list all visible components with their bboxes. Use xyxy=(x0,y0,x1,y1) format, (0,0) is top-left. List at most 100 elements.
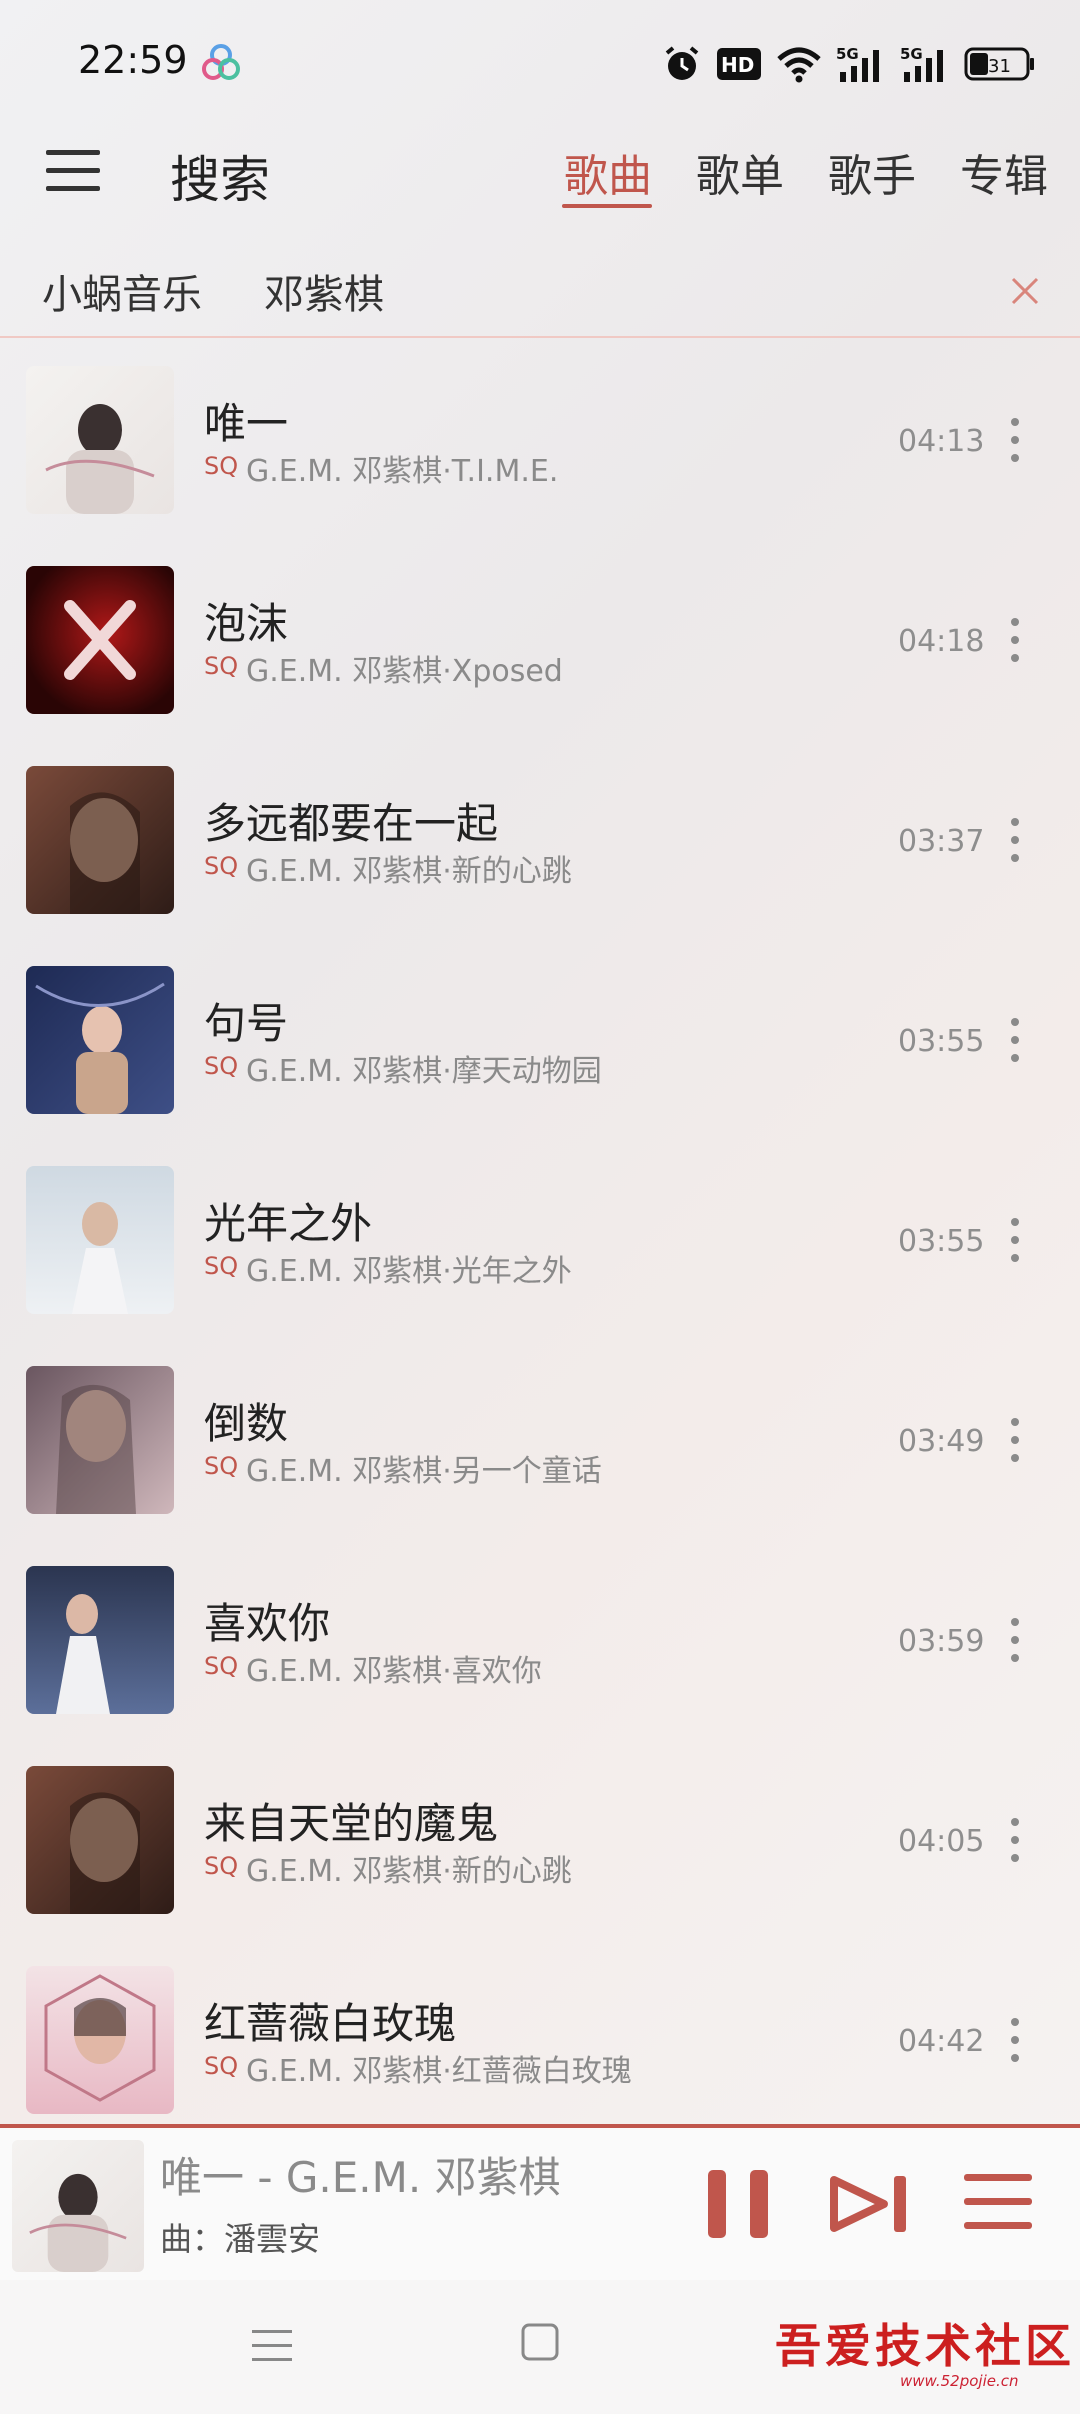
watermark-logo: 吾爱技术社区 xyxy=(775,2319,1075,2373)
search-source[interactable]: 小蜗音乐 xyxy=(42,262,202,320)
song-row[interactable]: 来自天堂的魔鬼 SQ G.E.M. 邓紫棋·新的心跳 04:05 xyxy=(0,1740,1080,1940)
skip-next-icon[interactable] xyxy=(830,2172,912,2236)
song-row[interactable]: 泡沫 SQ G.E.M. 邓紫棋·Xposed 04:18 xyxy=(0,540,1080,740)
sq-badge: SQ xyxy=(204,2052,239,2080)
song-row[interactable]: 句号 SQ G.E.M. 邓紫棋·摩天动物园 03:55 xyxy=(0,940,1080,1140)
playlist-icon[interactable] xyxy=(962,2170,1034,2234)
album-art-xposed xyxy=(26,566,174,714)
more-vert-icon[interactable] xyxy=(1000,414,1030,466)
album-art-new-heartbeat xyxy=(26,1766,174,1914)
song-title: 来自天堂的魔鬼 xyxy=(204,1799,499,1848)
album-art-time xyxy=(26,366,174,514)
now-playing-album-art[interactable] xyxy=(12,2140,144,2272)
sq-badge: SQ xyxy=(204,452,239,480)
tab-songs[interactable]: 歌曲 xyxy=(564,140,652,204)
active-tab-indicator xyxy=(562,204,652,208)
song-artist-album: G.E.M. 邓紫棋·新的心跳 xyxy=(246,1854,572,1889)
search-input[interactable]: 邓紫棋 xyxy=(264,262,384,320)
alarm-icon xyxy=(665,46,699,80)
signal-5g-icon-2: 5G xyxy=(900,45,943,82)
wifi-icon xyxy=(777,47,821,83)
album-art-red-rose-white-rose xyxy=(26,1966,174,2114)
song-row[interactable]: 倒数 SQ G.E.M. 邓紫棋·另一个童话 03:49 xyxy=(0,1340,1080,1540)
svg-text:5G: 5G xyxy=(900,45,923,63)
song-duration: 04:05 xyxy=(898,1824,985,1859)
song-duration: 03:55 xyxy=(898,1224,985,1259)
song-row[interactable]: 喜欢你 SQ G.E.M. 邓紫棋·喜欢你 03:59 xyxy=(0,1540,1080,1740)
mini-player[interactable]: 唯一 - G.E.M. 邓紫棋 曲：潘雲安 xyxy=(0,2124,1080,2284)
song-artist-album: G.E.M. 邓紫棋·光年之外 xyxy=(246,1254,572,1289)
sq-badge: SQ xyxy=(204,1052,239,1080)
song-title: 光年之外 xyxy=(204,1199,373,1248)
sq-badge: SQ xyxy=(204,1652,239,1680)
song-duration: 04:13 xyxy=(898,424,985,459)
status-time: 22:59 xyxy=(78,38,188,82)
song-duration: 03:59 xyxy=(898,1624,985,1659)
song-duration: 03:37 xyxy=(898,824,985,859)
header: 搜索 歌曲 歌单 歌手 专辑 xyxy=(0,128,1080,248)
now-playing-composer: 曲：潘雲安 xyxy=(160,2220,321,2258)
app-notification-icon xyxy=(202,44,240,80)
hamburger-menu-icon[interactable] xyxy=(46,148,100,192)
status-bar: 22:59 HD 5G 5G 31 xyxy=(0,0,1080,128)
sq-badge: SQ xyxy=(204,852,239,880)
signal-5g-icon-1: 5G xyxy=(836,45,879,82)
now-playing-title: 唯一 - G.E.M. 邓紫棋 xyxy=(160,2153,561,2202)
more-vert-icon[interactable] xyxy=(1000,1814,1030,1866)
sq-badge: SQ xyxy=(204,1852,239,1880)
song-artist-album: G.E.M. 邓紫棋·新的心跳 xyxy=(246,854,572,889)
song-row[interactable]: 唯一 SQ G.E.M. 邓紫棋·T.I.M.E. 04:13 xyxy=(0,340,1080,540)
song-artist-album: G.E.M. 邓紫棋·红蔷薇白玫瑰 xyxy=(246,2054,632,2089)
more-vert-icon[interactable] xyxy=(1000,1414,1030,1466)
watermark-url: www.52pojie.cn xyxy=(900,2372,1019,2390)
pause-icon[interactable] xyxy=(700,2166,776,2242)
album-art-like-you xyxy=(26,1566,174,1714)
song-title: 多远都要在一起 xyxy=(204,799,499,848)
song-row[interactable]: 多远都要在一起 SQ G.E.M. 邓紫棋·新的心跳 03:37 xyxy=(0,740,1080,940)
song-duration: 03:55 xyxy=(898,1024,985,1059)
more-vert-icon[interactable] xyxy=(1000,2014,1030,2066)
album-art-new-heartbeat xyxy=(26,766,174,914)
song-title: 红蔷薇白玫瑰 xyxy=(204,1999,457,2048)
hd-voice-icon: HD xyxy=(717,48,761,80)
song-artist-album: G.E.M. 邓紫棋·Xposed xyxy=(246,654,563,689)
song-artist-album: G.E.M. 邓紫棋·另一个童话 xyxy=(246,1454,602,1489)
song-row[interactable]: 光年之外 SQ G.E.M. 邓紫棋·光年之外 03:55 xyxy=(0,1140,1080,1340)
more-vert-icon[interactable] xyxy=(1000,614,1030,666)
more-vert-icon[interactable] xyxy=(1000,1214,1030,1266)
song-duration: 04:18 xyxy=(898,624,985,659)
page-title: 搜索 xyxy=(170,151,270,209)
more-vert-icon[interactable] xyxy=(1000,1614,1030,1666)
system-nav-bar: 吾爱技术社区 www.52pojie.cn xyxy=(0,2280,1080,2414)
recent-apps-icon[interactable] xyxy=(250,2324,294,2368)
tab-playlists[interactable]: 歌单 xyxy=(696,140,784,204)
song-title: 泡沫 xyxy=(204,599,289,648)
svg-text:31: 31 xyxy=(988,56,1011,77)
svg-text:HD: HD xyxy=(721,53,754,77)
search-bar: 小蜗音乐 邓紫棋 xyxy=(0,248,1080,338)
song-artist-album: G.E.M. 邓紫棋·T.I.M.E. xyxy=(246,454,559,489)
sq-badge: SQ xyxy=(204,1252,239,1280)
close-icon[interactable] xyxy=(1008,274,1042,308)
song-title: 句号 xyxy=(204,999,289,1048)
tab-albums[interactable]: 专辑 xyxy=(960,140,1048,204)
battery-icon: 31 xyxy=(964,47,1034,81)
sq-badge: SQ xyxy=(204,1452,239,1480)
sq-badge: SQ xyxy=(204,652,239,680)
status-icons: HD 5G 5G 31 xyxy=(662,40,1036,88)
album-art-another-fairy-tale xyxy=(26,1366,174,1514)
album-art-light-years-away xyxy=(26,1166,174,1314)
song-duration: 04:42 xyxy=(898,2024,985,2059)
song-duration: 03:49 xyxy=(898,1424,985,1459)
album-art-city-zoo xyxy=(26,966,174,1114)
song-title: 倒数 xyxy=(204,1399,289,1448)
more-vert-icon[interactable] xyxy=(1000,1014,1030,1066)
svg-text:5G: 5G xyxy=(836,45,859,63)
more-vert-icon[interactable] xyxy=(1000,814,1030,866)
tab-artists[interactable]: 歌手 xyxy=(828,140,916,204)
song-title: 喜欢你 xyxy=(204,1599,331,1648)
song-row[interactable]: 红蔷薇白玫瑰 SQ G.E.M. 邓紫棋·红蔷薇白玫瑰 04:42 xyxy=(0,1940,1080,2140)
song-title: 唯一 xyxy=(204,399,289,448)
home-icon[interactable] xyxy=(520,2322,560,2362)
song-artist-album: G.E.M. 邓紫棋·摩天动物园 xyxy=(246,1054,602,1089)
